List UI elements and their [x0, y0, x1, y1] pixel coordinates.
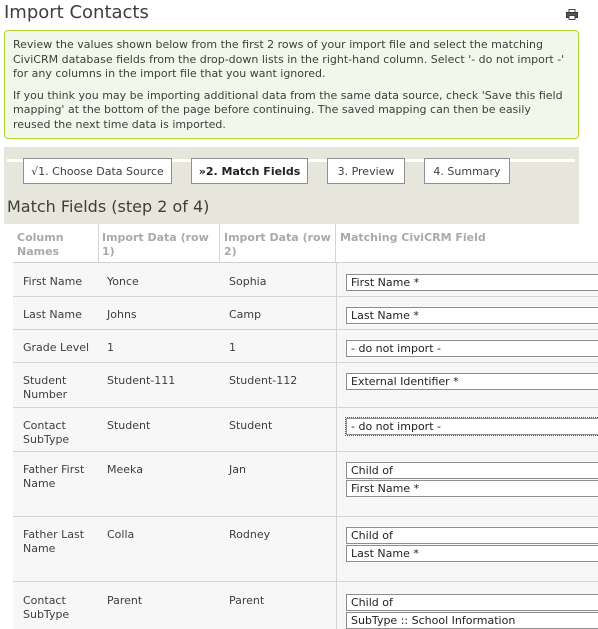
import-value-row1: Student — [107, 419, 151, 432]
field-select[interactable]: Last Name * — [346, 307, 598, 324]
help-box: Review the values shown below from the f… — [4, 30, 579, 139]
import-value-row2: Sophia — [229, 275, 267, 288]
field-select[interactable]: - do not import - — [346, 340, 598, 357]
relationship-select[interactable]: Child of — [346, 594, 598, 611]
header-matching-field: Matching CiviCRM Field — [340, 231, 486, 244]
table-row: Student Number Student-111 Student-112 E… — [13, 363, 598, 408]
column-name: Grade Level — [23, 341, 90, 354]
header-column-names: Column Names — [17, 231, 64, 258]
import-value-row1: Colla — [107, 528, 135, 541]
table-body: First Name Yonce Sophia First Name * Las… — [13, 262, 598, 629]
column-name: Father First Name — [23, 463, 85, 490]
relationship-select[interactable]: Child of — [346, 462, 598, 479]
step-preview[interactable]: 3. Preview — [327, 158, 405, 184]
import-value-row2: Rodney — [229, 528, 271, 541]
import-value-row2: Student-112 — [229, 374, 298, 387]
import-value-row2: Student — [229, 419, 273, 432]
table-row: Contact SubType Student Student - do not… — [13, 408, 598, 452]
table-row: First Name Yonce Sophia First Name * — [13, 263, 598, 297]
column-name: Last Name — [23, 308, 82, 321]
table-header: Column Names Import Data (row 1) Import … — [13, 224, 598, 262]
help-paragraph: If you think you may be importing additi… — [13, 88, 563, 131]
field-select[interactable]: - do not import - — [345, 417, 598, 436]
table-row: Last Name Johns Camp Last Name * — [13, 297, 598, 330]
header-import-row1: Import Data (row 1) — [102, 231, 209, 258]
step-summary[interactable]: 4. Summary — [424, 158, 510, 184]
field-select[interactable]: First Name * — [346, 274, 598, 291]
column-name: Contact SubType — [23, 419, 70, 446]
mapping-table: Column Names Import Data (row 1) Import … — [13, 224, 598, 629]
import-value-row1: Parent — [107, 594, 143, 607]
page-title: Import Contacts — [4, 2, 149, 23]
column-name: Father Last Name — [23, 528, 85, 555]
column-name: Contact SubType — [23, 594, 70, 621]
field-select[interactable]: SubType :: School Information — [346, 612, 598, 629]
import-value-row1: Yonce — [107, 275, 139, 288]
table-row: Grade Level 1 1 - do not import - — [13, 330, 598, 363]
print-icon[interactable] — [566, 9, 578, 20]
column-name: First Name — [23, 275, 83, 288]
import-value-row1: Johns — [107, 308, 137, 321]
table-row: Contact SubType Parent Parent Child of S… — [13, 582, 598, 629]
help-paragraph: Review the values shown below from the f… — [13, 38, 565, 80]
step-choose-data-source[interactable]: √1. Choose Data Source — [23, 158, 172, 184]
import-value-row1: Meeka — [107, 463, 143, 476]
field-select[interactable]: External Identifier * — [346, 373, 598, 390]
column-divider — [336, 262, 337, 629]
import-value-row1: Student-111 — [107, 374, 176, 387]
import-value-row2: Camp — [229, 308, 262, 321]
header-import-row2: Import Data (row 2) — [224, 231, 331, 258]
table-row: Father First Name Meeka Jan Child of Fir… — [13, 452, 598, 517]
field-select[interactable]: First Name * — [346, 480, 598, 497]
import-value-row1: 1 — [107, 341, 114, 354]
import-value-row2: 1 — [229, 341, 236, 354]
table-row: Father Last Name Colla Rodney Child of L… — [13, 517, 598, 582]
relationship-select[interactable]: Child of — [346, 527, 598, 544]
field-select[interactable]: Last Name * — [346, 545, 598, 562]
section-title: Match Fields (step 2 of 4) — [7, 197, 210, 216]
step-match-fields[interactable]: »2. Match Fields — [191, 158, 308, 184]
import-value-row2: Parent — [229, 594, 265, 607]
column-name: Student Number — [23, 374, 68, 401]
import-value-row2: Jan — [229, 463, 246, 476]
